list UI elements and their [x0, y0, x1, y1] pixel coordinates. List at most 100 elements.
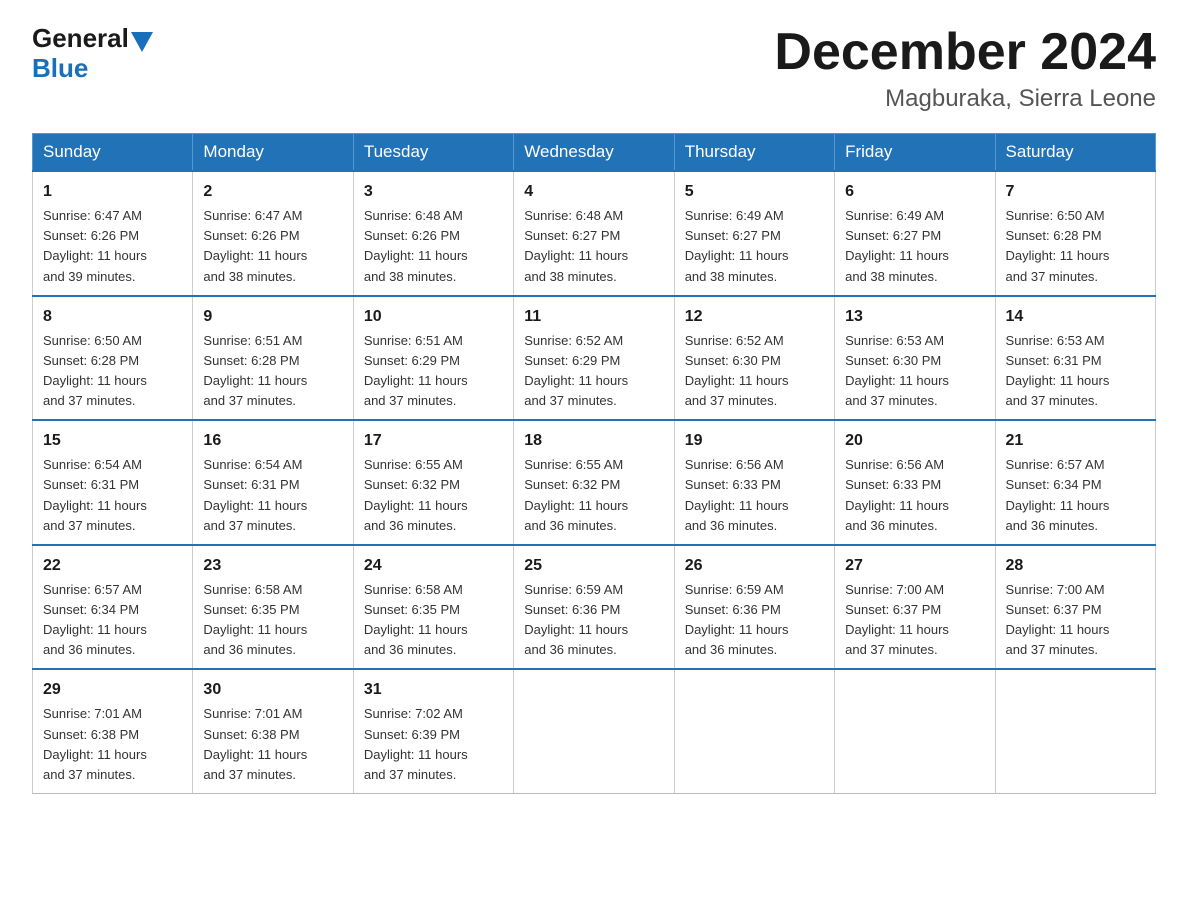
day-number: 11 [524, 305, 663, 329]
calendar-week-row: 8 Sunrise: 6:50 AMSunset: 6:28 PMDayligh… [33, 296, 1156, 421]
day-number: 30 [203, 678, 342, 702]
column-header-monday: Monday [193, 134, 353, 172]
day-number: 26 [685, 554, 824, 578]
column-header-thursday: Thursday [674, 134, 834, 172]
calendar-day-cell: 1 Sunrise: 6:47 AMSunset: 6:26 PMDayligh… [33, 171, 193, 296]
day-number: 20 [845, 429, 984, 453]
calendar-day-cell [995, 669, 1155, 793]
day-number: 27 [845, 554, 984, 578]
calendar-day-cell: 24 Sunrise: 6:58 AMSunset: 6:35 PMDaylig… [353, 545, 513, 670]
day-number: 19 [685, 429, 824, 453]
calendar-day-cell: 17 Sunrise: 6:55 AMSunset: 6:32 PMDaylig… [353, 420, 513, 545]
day-number: 23 [203, 554, 342, 578]
day-info: Sunrise: 7:00 AMSunset: 6:37 PMDaylight:… [1006, 582, 1110, 657]
day-number: 16 [203, 429, 342, 453]
calendar-day-cell: 13 Sunrise: 6:53 AMSunset: 6:30 PMDaylig… [835, 296, 995, 421]
day-number: 29 [43, 678, 182, 702]
day-number: 3 [364, 180, 503, 204]
logo-blue-text: Blue [32, 53, 88, 83]
calendar-day-cell: 3 Sunrise: 6:48 AMSunset: 6:26 PMDayligh… [353, 171, 513, 296]
column-header-wednesday: Wednesday [514, 134, 674, 172]
day-number: 15 [43, 429, 182, 453]
calendar-day-cell: 2 Sunrise: 6:47 AMSunset: 6:26 PMDayligh… [193, 171, 353, 296]
calendar-day-cell: 28 Sunrise: 7:00 AMSunset: 6:37 PMDaylig… [995, 545, 1155, 670]
day-number: 18 [524, 429, 663, 453]
calendar-week-row: 15 Sunrise: 6:54 AMSunset: 6:31 PMDaylig… [33, 420, 1156, 545]
calendar-day-cell: 4 Sunrise: 6:48 AMSunset: 6:27 PMDayligh… [514, 171, 674, 296]
day-number: 12 [685, 305, 824, 329]
day-info: Sunrise: 6:47 AMSunset: 6:26 PMDaylight:… [43, 208, 147, 283]
calendar-title: December 2024 [774, 24, 1156, 81]
calendar-table: SundayMondayTuesdayWednesdayThursdayFrid… [32, 133, 1156, 794]
day-info: Sunrise: 7:02 AMSunset: 6:39 PMDaylight:… [364, 706, 468, 781]
calendar-day-cell: 16 Sunrise: 6:54 AMSunset: 6:31 PMDaylig… [193, 420, 353, 545]
day-info: Sunrise: 6:55 AMSunset: 6:32 PMDaylight:… [524, 457, 628, 532]
day-number: 31 [364, 678, 503, 702]
day-info: Sunrise: 6:57 AMSunset: 6:34 PMDaylight:… [43, 582, 147, 657]
calendar-day-cell: 11 Sunrise: 6:52 AMSunset: 6:29 PMDaylig… [514, 296, 674, 421]
day-info: Sunrise: 6:49 AMSunset: 6:27 PMDaylight:… [845, 208, 949, 283]
day-info: Sunrise: 6:57 AMSunset: 6:34 PMDaylight:… [1006, 457, 1110, 532]
calendar-day-cell: 15 Sunrise: 6:54 AMSunset: 6:31 PMDaylig… [33, 420, 193, 545]
calendar-day-cell: 5 Sunrise: 6:49 AMSunset: 6:27 PMDayligh… [674, 171, 834, 296]
calendar-week-row: 29 Sunrise: 7:01 AMSunset: 6:38 PMDaylig… [33, 669, 1156, 793]
day-number: 4 [524, 180, 663, 204]
day-info: Sunrise: 6:48 AMSunset: 6:27 PMDaylight:… [524, 208, 628, 283]
calendar-day-cell: 20 Sunrise: 6:56 AMSunset: 6:33 PMDaylig… [835, 420, 995, 545]
day-info: Sunrise: 6:49 AMSunset: 6:27 PMDaylight:… [685, 208, 789, 283]
calendar-day-cell: 6 Sunrise: 6:49 AMSunset: 6:27 PMDayligh… [835, 171, 995, 296]
calendar-day-cell: 23 Sunrise: 6:58 AMSunset: 6:35 PMDaylig… [193, 545, 353, 670]
day-info: Sunrise: 6:58 AMSunset: 6:35 PMDaylight:… [364, 582, 468, 657]
day-info: Sunrise: 6:51 AMSunset: 6:28 PMDaylight:… [203, 333, 307, 408]
calendar-day-cell: 21 Sunrise: 6:57 AMSunset: 6:34 PMDaylig… [995, 420, 1155, 545]
day-number: 21 [1006, 429, 1145, 453]
day-info: Sunrise: 6:48 AMSunset: 6:26 PMDaylight:… [364, 208, 468, 283]
day-info: Sunrise: 6:54 AMSunset: 6:31 PMDaylight:… [203, 457, 307, 532]
calendar-day-cell [835, 669, 995, 793]
column-header-tuesday: Tuesday [353, 134, 513, 172]
day-info: Sunrise: 6:59 AMSunset: 6:36 PMDaylight:… [685, 582, 789, 657]
column-header-saturday: Saturday [995, 134, 1155, 172]
calendar-day-cell: 7 Sunrise: 6:50 AMSunset: 6:28 PMDayligh… [995, 171, 1155, 296]
column-header-friday: Friday [835, 134, 995, 172]
day-number: 22 [43, 554, 182, 578]
column-header-sunday: Sunday [33, 134, 193, 172]
calendar-day-cell: 30 Sunrise: 7:01 AMSunset: 6:38 PMDaylig… [193, 669, 353, 793]
page-header: General Blue December 2024 Magburaka, Si… [32, 24, 1156, 113]
day-info: Sunrise: 6:54 AMSunset: 6:31 PMDaylight:… [43, 457, 147, 532]
calendar-day-cell: 22 Sunrise: 6:57 AMSunset: 6:34 PMDaylig… [33, 545, 193, 670]
day-number: 7 [1006, 180, 1145, 204]
day-info: Sunrise: 6:50 AMSunset: 6:28 PMDaylight:… [43, 333, 147, 408]
day-info: Sunrise: 6:50 AMSunset: 6:28 PMDaylight:… [1006, 208, 1110, 283]
calendar-subtitle: Magburaka, Sierra Leone [774, 85, 1156, 113]
calendar-day-cell: 27 Sunrise: 7:00 AMSunset: 6:37 PMDaylig… [835, 545, 995, 670]
calendar-header-row: SundayMondayTuesdayWednesdayThursdayFrid… [33, 134, 1156, 172]
logo-triangle-icon [131, 32, 153, 52]
day-info: Sunrise: 6:56 AMSunset: 6:33 PMDaylight:… [685, 457, 789, 532]
day-number: 10 [364, 305, 503, 329]
day-info: Sunrise: 6:51 AMSunset: 6:29 PMDaylight:… [364, 333, 468, 408]
day-number: 1 [43, 180, 182, 204]
calendar-day-cell: 10 Sunrise: 6:51 AMSunset: 6:29 PMDaylig… [353, 296, 513, 421]
calendar-day-cell: 18 Sunrise: 6:55 AMSunset: 6:32 PMDaylig… [514, 420, 674, 545]
calendar-day-cell: 8 Sunrise: 6:50 AMSunset: 6:28 PMDayligh… [33, 296, 193, 421]
day-info: Sunrise: 7:00 AMSunset: 6:37 PMDaylight:… [845, 582, 949, 657]
title-section: December 2024 Magburaka, Sierra Leone [774, 24, 1156, 113]
calendar-day-cell: 12 Sunrise: 6:52 AMSunset: 6:30 PMDaylig… [674, 296, 834, 421]
calendar-week-row: 22 Sunrise: 6:57 AMSunset: 6:34 PMDaylig… [33, 545, 1156, 670]
calendar-day-cell: 25 Sunrise: 6:59 AMSunset: 6:36 PMDaylig… [514, 545, 674, 670]
calendar-week-row: 1 Sunrise: 6:47 AMSunset: 6:26 PMDayligh… [33, 171, 1156, 296]
day-info: Sunrise: 6:47 AMSunset: 6:26 PMDaylight:… [203, 208, 307, 283]
day-number: 17 [364, 429, 503, 453]
calendar-day-cell: 9 Sunrise: 6:51 AMSunset: 6:28 PMDayligh… [193, 296, 353, 421]
day-number: 9 [203, 305, 342, 329]
day-number: 13 [845, 305, 984, 329]
day-info: Sunrise: 6:53 AMSunset: 6:30 PMDaylight:… [845, 333, 949, 408]
day-info: Sunrise: 6:52 AMSunset: 6:30 PMDaylight:… [685, 333, 789, 408]
calendar-day-cell [674, 669, 834, 793]
calendar-day-cell: 19 Sunrise: 6:56 AMSunset: 6:33 PMDaylig… [674, 420, 834, 545]
logo: General Blue [32, 24, 153, 84]
day-info: Sunrise: 6:53 AMSunset: 6:31 PMDaylight:… [1006, 333, 1110, 408]
day-number: 6 [845, 180, 984, 204]
day-info: Sunrise: 7:01 AMSunset: 6:38 PMDaylight:… [43, 706, 147, 781]
